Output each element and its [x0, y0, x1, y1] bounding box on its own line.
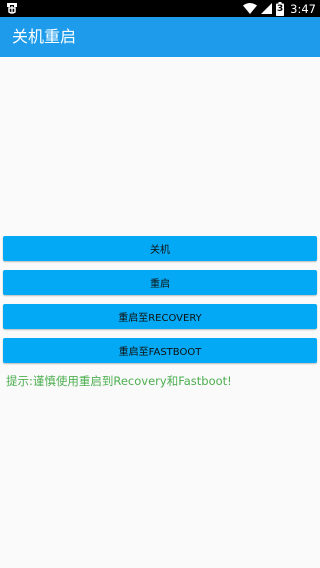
warning-hint: 提示:谨慎使用重启到Recovery和Fastboot!	[6, 374, 232, 388]
reboot-button[interactable]: 重启	[3, 270, 317, 295]
reboot-recovery-button[interactable]: 重启至RECOVERY	[3, 304, 317, 329]
status-right: 3 3:47	[243, 0, 316, 17]
app-bar: 关机重启	[0, 17, 320, 57]
bug-icon	[5, 1, 19, 17]
page-title: 关机重启	[12, 27, 77, 46]
status-left	[5, 1, 19, 16]
battery-level: 3	[277, 3, 284, 14]
status-bar: 3 3:47	[0, 0, 320, 17]
shutdown-button[interactable]: 关机	[3, 236, 317, 261]
clock: 3:47	[290, 1, 316, 16]
reboot-fastboot-button[interactable]: 重启至FASTBOOT	[3, 338, 317, 363]
wifi-icon	[243, 3, 258, 14]
battery-icon: 3	[276, 1, 285, 16]
cellular-icon	[261, 3, 273, 14]
